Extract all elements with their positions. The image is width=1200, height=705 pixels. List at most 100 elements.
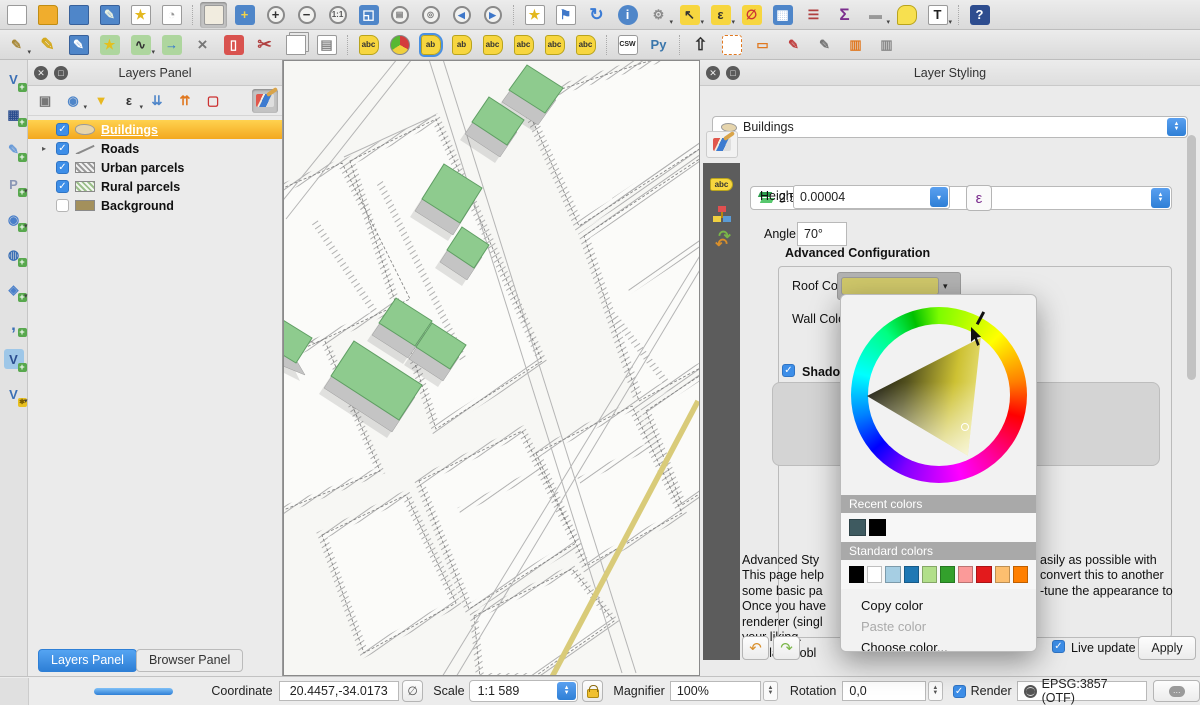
- add-vector-layer-icon[interactable]: V: [1, 66, 27, 92]
- expand-all-icon[interactable]: ⇊: [144, 89, 170, 113]
- color-wheel[interactable]: [841, 295, 1037, 495]
- float-panel-icon[interactable]: □: [54, 66, 68, 80]
- manage-themes-icon[interactable]: ◉: [60, 89, 86, 113]
- color-swatch[interactable]: [885, 566, 900, 583]
- panel-tab[interactable]: Browser Panel: [136, 649, 243, 672]
- magnifier-input[interactable]: 100%: [670, 681, 761, 701]
- scale-combo[interactable]: 1:1 589 ▲▼: [469, 680, 579, 702]
- python-console-icon[interactable]: Py: [645, 32, 672, 58]
- render-checkbox[interactable]: [953, 685, 966, 698]
- zoom-out-icon[interactable]: −: [293, 2, 320, 28]
- live-update-checkbox[interactable]: [1052, 640, 1065, 653]
- map-tips-icon[interactable]: [893, 2, 920, 28]
- close-icon[interactable]: ✕: [706, 66, 720, 80]
- pin-labels-icon[interactable]: ab: [417, 32, 444, 58]
- combo-arrows-icon[interactable]: ▲▼: [557, 682, 576, 700]
- separator[interactable]: [955, 2, 962, 28]
- crs-status-button[interactable]: EPSG:3857 (OTF): [1017, 681, 1148, 701]
- zoom-in-icon[interactable]: +: [262, 2, 289, 28]
- paste-features-icon[interactable]: ▤: [313, 32, 340, 58]
- color-swatch[interactable]: [849, 519, 866, 536]
- styling-dock-toggle-icon[interactable]: [252, 89, 278, 113]
- diagrams-tab-icon[interactable]: [709, 203, 735, 225]
- close-icon[interactable]: ✕: [34, 66, 48, 80]
- zoom-full-icon[interactable]: ◱: [355, 2, 382, 28]
- current-edits-icon[interactable]: ✎: [3, 32, 30, 58]
- color-menu-item[interactable]: Choose color...: [841, 637, 1036, 652]
- rotation-input[interactable]: 0,0: [842, 681, 926, 701]
- show-bookmarks-icon[interactable]: ⚑: [552, 2, 579, 28]
- toggle-editing-icon[interactable]: ✎: [34, 32, 61, 58]
- pan-to-selection-icon[interactable]: +: [231, 2, 258, 28]
- metasearch-csw-icon[interactable]: CSW: [614, 32, 641, 58]
- set-extent-icon[interactable]: ▭: [749, 32, 776, 58]
- composer-manager-icon[interactable]: ◔: [158, 2, 185, 28]
- help-icon[interactable]: ?: [966, 2, 993, 28]
- save-project-icon[interactable]: [65, 2, 92, 28]
- new-project-icon[interactable]: [3, 2, 30, 28]
- color-swatch[interactable]: [922, 566, 937, 583]
- text-annotation-icon[interactable]: T: [924, 2, 951, 28]
- panel-tab[interactable]: Layers Panel: [38, 649, 137, 672]
- separator[interactable]: [603, 32, 610, 58]
- layer-row[interactable]: ▸ Roads: [28, 139, 282, 158]
- color-swatch[interactable]: [904, 566, 919, 583]
- layer-visibility-checkbox[interactable]: [56, 161, 69, 174]
- select-rectangle-icon[interactable]: [718, 32, 745, 58]
- height-dropdown-icon[interactable]: ▾: [930, 187, 948, 207]
- zoom-last-icon[interactable]: ◂: [448, 2, 475, 28]
- color-swatch[interactable]: [849, 566, 864, 583]
- sketch-wand-icon[interactable]: ✎: [811, 32, 838, 58]
- float-panel-icon[interactable]: □: [726, 66, 740, 80]
- style-doc-export-icon[interactable]: ▥: [842, 32, 869, 58]
- add-spatialite-layer-icon[interactable]: ◉: [1, 206, 27, 232]
- save-project-as-icon[interactable]: ✎: [96, 2, 123, 28]
- new-composer-icon[interactable]: ★: [127, 2, 154, 28]
- log-messages-button[interactable]: …: [1153, 680, 1200, 702]
- remove-layer-icon[interactable]: ▢: [200, 89, 226, 113]
- height-input[interactable]: 0.00004 ▾: [793, 185, 950, 209]
- cut-features-icon[interactable]: ✂: [251, 32, 278, 58]
- layer-row[interactable]: ▸ Urban parcels: [28, 158, 282, 177]
- select-by-expression-icon[interactable]: ε: [707, 2, 734, 28]
- expander-icon[interactable]: ▸: [42, 144, 50, 153]
- highlight-pinned-labels-icon[interactable]: abc: [355, 32, 382, 58]
- symbology-tab-icon[interactable]: [706, 131, 738, 158]
- separator[interactable]: [344, 32, 351, 58]
- data-defined-expression-button[interactable]: ε: [966, 185, 992, 211]
- redo-style-button[interactable]: ↷: [773, 636, 800, 660]
- combo-arrows-icon[interactable]: ▲▼: [1167, 118, 1186, 136]
- color-swatch[interactable]: [958, 566, 973, 583]
- measure-icon[interactable]: ▬: [862, 2, 889, 28]
- add-virtual-layer-icon[interactable]: V: [1, 346, 27, 372]
- open-project-icon[interactable]: [34, 2, 61, 28]
- add-wfs-layer-icon[interactable]: ◈: [1, 276, 27, 302]
- add-feature-icon[interactable]: ★: [96, 32, 123, 58]
- layer-visibility-checkbox[interactable]: [56, 180, 69, 193]
- layer-visibility-checkbox[interactable]: [56, 123, 69, 136]
- layer-row[interactable]: ▸ Background: [28, 196, 282, 215]
- color-swatch[interactable]: [1013, 566, 1028, 583]
- add-postgis-layer-icon[interactable]: P: [1, 171, 27, 197]
- combo-arrows-icon[interactable]: ▲▼: [1151, 188, 1170, 208]
- attribute-table-icon[interactable]: ▦: [769, 2, 796, 28]
- delete-selected-icon[interactable]: ▯: [220, 32, 247, 58]
- color-menu-item[interactable]: Copy color: [841, 595, 1036, 616]
- undo-style-button[interactable]: ↶: [742, 636, 769, 660]
- color-swatch[interactable]: [976, 566, 991, 583]
- layer-visibility-checkbox[interactable]: [56, 199, 69, 212]
- style-doc-add-icon[interactable]: ▥: [873, 32, 900, 58]
- labeling-options-icon[interactable]: [386, 32, 413, 58]
- vertex-tool-icon[interactable]: ×: [189, 32, 216, 58]
- magnifier-spinner[interactable]: ▲▼: [763, 681, 778, 701]
- zoom-to-selection-icon[interactable]: ◎: [417, 2, 444, 28]
- run-feature-action-icon[interactable]: ⚙: [645, 2, 672, 28]
- refresh-icon[interactable]: ↻: [583, 2, 610, 28]
- sketch-tool-icon[interactable]: ✎: [780, 32, 807, 58]
- mouse-tracking-icon[interactable]: ∅: [402, 680, 423, 702]
- move-label-icon[interactable]: abc: [510, 32, 537, 58]
- zoom-to-layer-icon[interactable]: ▤: [386, 2, 413, 28]
- new-shapefile-layer-icon[interactable]: V: [1, 381, 27, 407]
- add-group-icon[interactable]: ▣: [32, 89, 58, 113]
- separator[interactable]: [510, 2, 517, 28]
